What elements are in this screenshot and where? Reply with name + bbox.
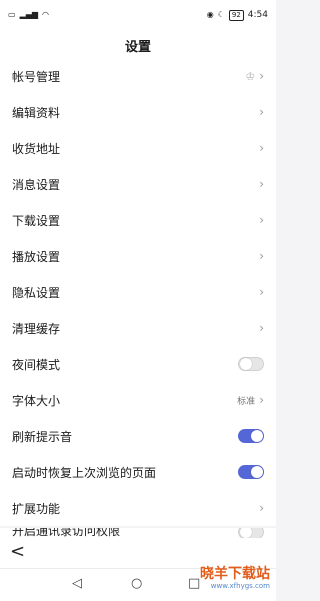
settings-item-night-mode: 夜间模式 (0, 346, 276, 382)
chevron-right-icon: › (259, 501, 264, 515)
settings-item-label: 编辑资料 (12, 105, 61, 120)
chevron-right-icon: › (259, 105, 264, 119)
watermark-text: 晓羊下载站 (200, 566, 270, 582)
settings-item-label: 清理缓存 (12, 321, 61, 336)
crown-icon: ♔ (245, 69, 256, 83)
home-circle-icon[interactable]: ○ (131, 576, 142, 592)
settings-item-label: 消息设置 (12, 177, 61, 192)
status-bar-left: ▭ ▂▄▆ ◠ (8, 11, 49, 19)
settings-item-account-management[interactable]: 帐号管理 ♔ › (0, 58, 276, 94)
settings-item-extensions[interactable]: 扩展功能 › (0, 490, 276, 526)
settings-group-general: 消息设置 › 下载设置 › 播放设置 › 隐私设置 › 清理缓存 › 夜间模式 … (0, 166, 276, 526)
chevron-right-icon: › (259, 213, 264, 227)
settings-item-clear-cache[interactable]: 清理缓存 › (0, 310, 276, 346)
settings-item-label: 夜间模式 (12, 357, 61, 372)
settings-item-message-settings[interactable]: 消息设置 › (0, 166, 276, 202)
back-triangle-icon[interactable]: ◁ (72, 576, 82, 592)
chevron-right-icon: › (259, 321, 264, 335)
font-size-value: 标准 (237, 396, 256, 407)
status-bar-right: ◉ ☾ 92 4:54 (206, 9, 268, 21)
battery-indicator: 92 (228, 9, 244, 21)
clock: 4:54 (247, 10, 268, 20)
chevron-right-icon: › (259, 249, 264, 263)
settings-item-label: 字体大小 (12, 393, 61, 408)
settings-item-download-settings[interactable]: 下载设置 › (0, 202, 276, 238)
signal-icon: ▂▄▆ (19, 10, 39, 19)
recent-square-icon[interactable]: □ (188, 576, 200, 592)
title-bar: 设置 (0, 30, 276, 60)
sim-icon: ▭ (8, 10, 16, 19)
settings-item-label: 刷新提示音 (12, 429, 73, 444)
settings-item-label: 开启通讯录访问权限 (12, 528, 121, 538)
settings-item-label: 播放设置 (12, 249, 61, 264)
settings-group-account: 帐号管理 ♔ › 编辑资料 › 收货地址 › (0, 58, 276, 166)
refresh-sound-toggle[interactable] (238, 429, 264, 443)
settings-item-label: 帐号管理 (12, 69, 61, 84)
settings-item-shipping-address[interactable]: 收货地址 › (0, 130, 276, 166)
settings-item-edit-profile[interactable]: 编辑资料 › (0, 94, 276, 130)
settings-item-label: 隐私设置 (12, 285, 61, 300)
status-bar: ▭ ▂▄▆ ◠ ◉ ☾ 92 4:54 (0, 0, 276, 30)
settings-item-label: 启动时恢复上次浏览的页面 (12, 465, 157, 480)
settings-item-label: 扩展功能 (12, 501, 61, 516)
wifi-icon: ◠ (42, 10, 50, 19)
back-bar: < (0, 538, 276, 568)
settings-item-contacts-permission[interactable]: 开启通讯录访问权限 (0, 528, 276, 538)
chevron-right-icon: › (259, 141, 264, 155)
chevron-right-icon: › (259, 285, 264, 299)
chevron-right-icon: › (259, 393, 264, 407)
settings-item-label: 收货地址 (12, 141, 61, 156)
restore-last-page-toggle[interactable] (238, 465, 264, 479)
page-title: 设置 (124, 39, 151, 55)
settings-item-label: 下载设置 (12, 213, 61, 228)
chevron-right-icon: › (259, 177, 264, 191)
eye-icon: ◉ (206, 10, 214, 19)
settings-item-refresh-sound: 刷新提示音 (0, 418, 276, 454)
settings-item-privacy-settings[interactable]: 隐私设置 › (0, 274, 276, 310)
watermark: 晓羊下载站 www.xfhygs.com (200, 566, 270, 590)
watermark-url: www.xfhygs.com (210, 582, 270, 590)
settings-item-font-size[interactable]: 字体大小 标准 › (0, 382, 276, 418)
back-arrow-icon[interactable]: < (10, 542, 25, 562)
chevron-right-icon: › (259, 69, 264, 83)
settings-item-playback-settings[interactable]: 播放设置 › (0, 238, 276, 274)
contacts-permission-toggle[interactable] (238, 528, 264, 538)
night-mode-toggle[interactable] (238, 357, 264, 371)
moon-icon: ☾ (217, 10, 225, 19)
settings-item-restore-last-page: 启动时恢复上次浏览的页面 (0, 454, 276, 490)
